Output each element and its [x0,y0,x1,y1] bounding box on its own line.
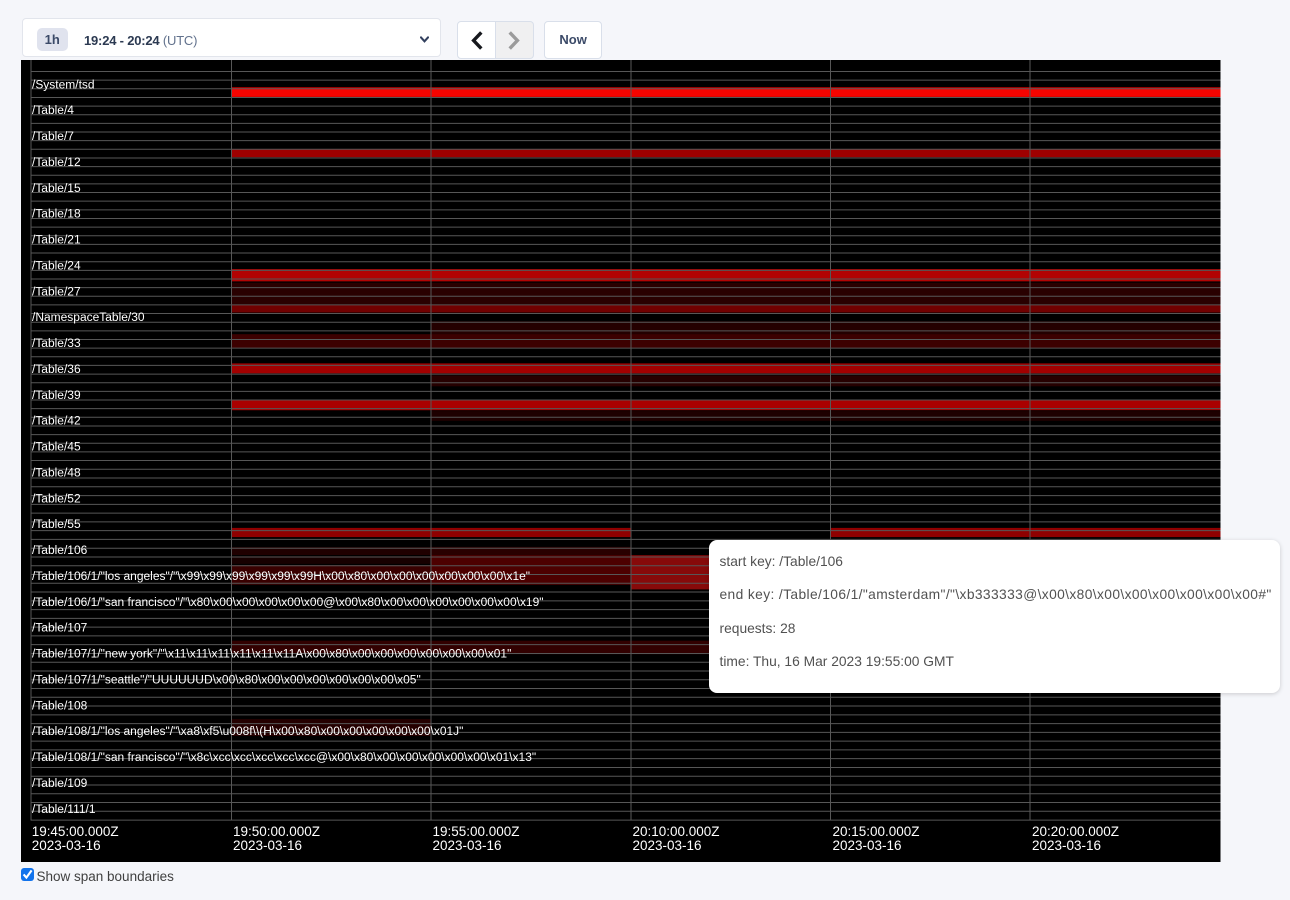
svg-text:/Table/106/1/"los angeles"/"\x: /Table/106/1/"los angeles"/"\x99\x99\x99… [32,568,530,582]
svg-text:/Table/39: /Table/39 [32,387,81,401]
svg-text:/Table/45: /Table/45 [32,439,81,453]
svg-text:20:15:00.000Z: 20:15:00.000Z [832,823,919,838]
svg-text:/Table/106/1/"san francisco"/": /Table/106/1/"san francisco"/"\x80\x00\x… [32,594,544,608]
svg-text:/System/tsd: /System/tsd [32,77,95,91]
svg-text:/Table/108/1/"los angeles"/"\x: /Table/108/1/"los angeles"/"\xa8\xf5\u00… [32,724,463,738]
svg-text:/Table/18: /Table/18 [32,206,81,220]
svg-text:20:20:00.000Z: 20:20:00.000Z [1032,823,1119,838]
svg-text:/Table/4: /Table/4 [32,103,74,117]
svg-text:2023-03-16: 2023-03-16 [233,837,302,852]
svg-text:20:10:00.000Z: 20:10:00.000Z [632,823,719,838]
svg-text:/Table/55: /Table/55 [32,517,81,531]
svg-text:/Table/108: /Table/108 [32,698,88,712]
svg-text:/Table/108/1/"san francisco"/": /Table/108/1/"san francisco"/"\x8c\xcc\x… [32,749,536,763]
svg-text:/Table/36: /Table/36 [32,361,81,375]
svg-text:/Table/107/1/"seattle"/"UUUUUU: /Table/107/1/"seattle"/"UUUUUUD\x00\x80\… [32,672,421,686]
svg-text:/Table/12: /Table/12 [32,154,81,168]
svg-text:/Table/21: /Table/21 [32,232,81,246]
svg-text:2023-03-16: 2023-03-16 [632,837,701,852]
svg-text:19:50:00.000Z: 19:50:00.000Z [233,823,320,838]
svg-text:/NamespaceTable/30: /NamespaceTable/30 [32,310,145,324]
svg-text:/Table/7: /Table/7 [32,128,74,142]
svg-text:/Table/52: /Table/52 [32,491,81,505]
svg-text:2023-03-16: 2023-03-16 [1032,837,1101,852]
svg-text:19:55:00.000Z: 19:55:00.000Z [433,823,520,838]
svg-text:/Table/111/1: /Table/111/1 [32,801,96,815]
svg-text:/Table/109: /Table/109 [32,775,88,789]
svg-text:/Table/33: /Table/33 [32,336,81,350]
svg-text:/Table/42: /Table/42 [32,413,81,427]
svg-text:/Table/106: /Table/106 [32,543,88,557]
svg-text:/Table/107: /Table/107 [32,620,88,634]
svg-text:/Table/107/1/"new york"/"\x11\: /Table/107/1/"new york"/"\x11\x11\x11\x1… [32,646,511,660]
svg-text:2023-03-16: 2023-03-16 [32,837,101,852]
svg-text:/Table/27: /Table/27 [32,284,81,298]
svg-text:19:45:00.000Z: 19:45:00.000Z [32,823,119,838]
svg-text:/Table/24: /Table/24 [32,258,81,272]
svg-text:/Table/48: /Table/48 [32,465,81,479]
svg-text:/Table/15: /Table/15 [32,180,81,194]
svg-text:2023-03-16: 2023-03-16 [832,837,901,852]
svg-text:2023-03-16: 2023-03-16 [433,837,502,852]
